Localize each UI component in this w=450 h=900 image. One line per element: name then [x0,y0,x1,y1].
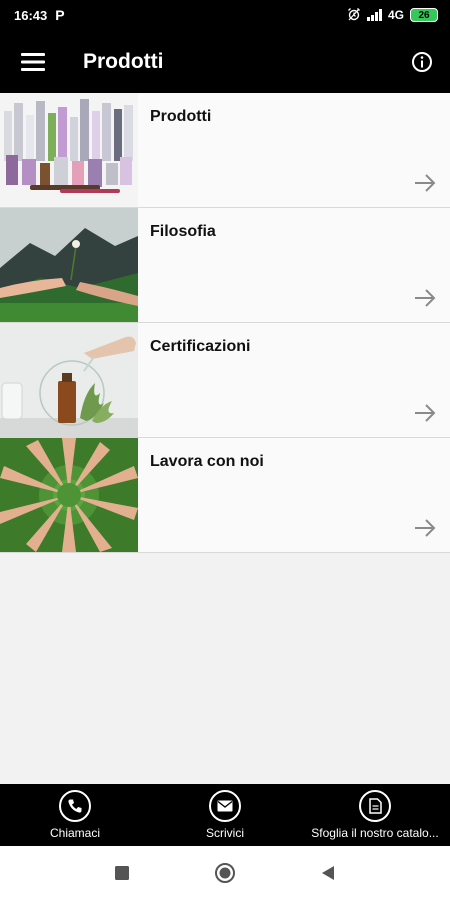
hands-holding-flower-photo [0,208,138,322]
write-label: Scrivici [206,826,244,840]
info-button[interactable] [394,30,450,93]
arrow-right-icon [415,174,436,192]
phone-icon [59,790,91,822]
status-right: 4G 26 [347,7,438,24]
network-type: 4G [387,8,404,22]
arrow-right-icon [415,404,436,422]
back-button[interactable] [308,853,348,893]
signal-icon [366,9,382,21]
section-list: Prodotti Filosofia Certificazioni Lavora… [0,93,450,553]
status-bar: 16:43 P 4G 26 [0,0,450,30]
catalog-label: Sfoglia il nostro catalo... [311,826,439,840]
bottom-action-bar: Chiamaci Scrivici Sfoglia il nostro cata… [0,784,450,846]
list-item-certificazioni[interactable]: Certificazioni [0,323,450,438]
home-button[interactable] [205,853,245,893]
status-left: 16:43 P [14,7,65,23]
write-button[interactable]: Scrivici [150,784,300,846]
square-icon [114,866,129,880]
menu-button[interactable] [0,30,66,93]
call-button[interactable]: Chiamaci [0,784,150,846]
arrow-right-icon [415,519,436,537]
call-label: Chiamaci [49,826,100,840]
document-icon [359,790,391,822]
list-item-title: Lavora con noi [150,453,264,470]
mail-icon [209,790,241,822]
list-item-body: Certificazioni [138,323,450,437]
lab-bottle-plants-photo [0,323,138,437]
battery-icon: 26 [410,8,438,22]
page-title: Prodotti [83,49,164,73]
info-icon [412,51,432,72]
list-item-title: Filosofia [150,223,216,240]
arrow-right-icon [415,289,436,307]
hamburger-menu-icon [21,52,45,71]
app-indicator-icon: P [55,7,65,23]
list-item-body: Filosofia [138,208,450,322]
list-item-title: Prodotti [150,108,212,125]
list-item-filosofia[interactable]: Filosofia [0,208,450,323]
cosmetic-products-photo [0,93,138,207]
list-item-body: Lavora con noi [138,438,450,552]
list-item-lavora-con-noi[interactable]: Lavora con noi [0,438,450,553]
back-triangle-icon [322,866,335,880]
circle-icon [214,863,235,883]
list-item-body: Prodotti [138,93,450,207]
app-bar: Prodotti [0,30,450,93]
hands-circle-grass-photo [0,438,138,552]
list-item-prodotti[interactable]: Prodotti [0,93,450,208]
list-item-title: Certificazioni [150,338,251,355]
alarm-icon [347,7,361,24]
system-nav-bar [0,846,450,900]
recents-button[interactable] [102,853,142,893]
status-time: 16:43 [14,7,48,23]
catalog-button[interactable]: Sfoglia il nostro catalo... [300,784,450,846]
